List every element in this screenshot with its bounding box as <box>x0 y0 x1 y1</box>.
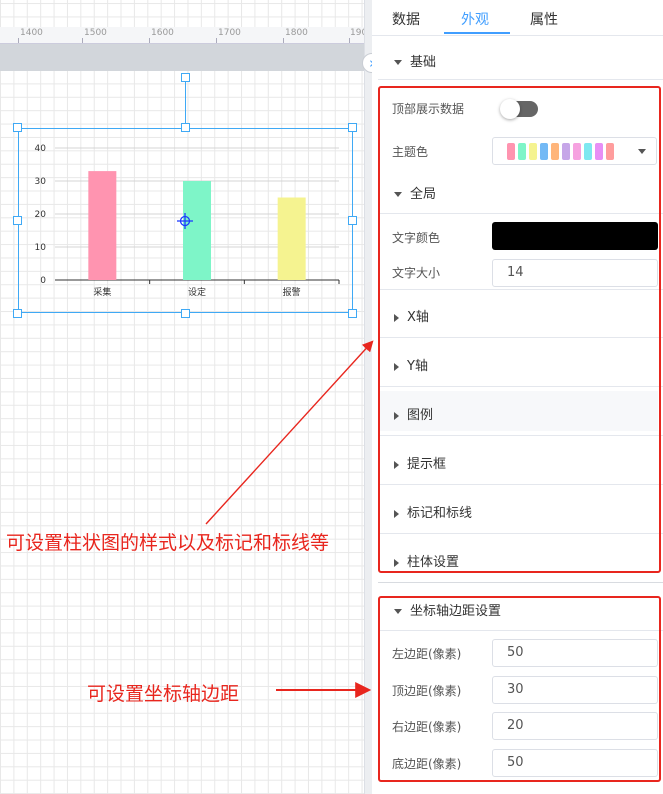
annotation-style-note: 可设置柱状图的样式以及标记和标线等 <box>6 532 330 554</box>
annotation-margin-note: 可设置坐标轴边距 <box>87 683 240 705</box>
annotation-arrows <box>205 340 374 698</box>
arrow-to-style-settings <box>205 340 374 525</box>
